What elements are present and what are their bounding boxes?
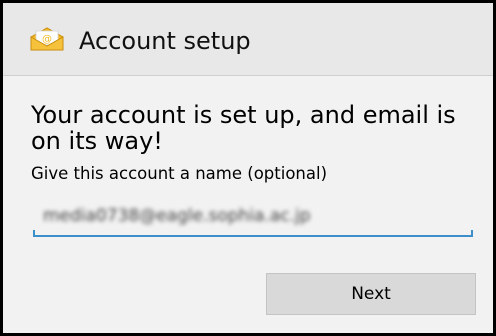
account-name-value: media0738@eagle.sophia.ac.jp xyxy=(43,206,311,226)
svg-text:@: @ xyxy=(42,34,52,45)
account-name-label: Give this account a name (optional) xyxy=(31,164,328,183)
field-underline-left-tick xyxy=(33,230,35,237)
email-app-icon: @ xyxy=(30,27,64,51)
field-underline-right-tick xyxy=(471,230,473,237)
setup-window: @ Account setup Your account is set up, … xyxy=(0,0,496,336)
page-title: Account setup xyxy=(79,27,251,55)
action-bar: @ Account setup xyxy=(3,3,493,76)
account-name-field[interactable]: media0738@eagle.sophia.ac.jp xyxy=(33,199,473,237)
setup-complete-message: Your account is set up, and email is on … xyxy=(31,101,456,155)
next-button[interactable]: Next xyxy=(266,273,476,315)
